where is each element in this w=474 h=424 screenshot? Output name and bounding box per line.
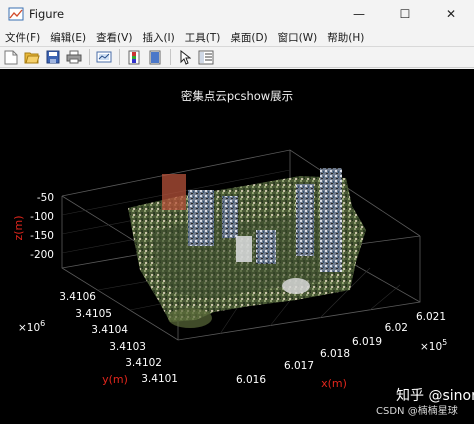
menu-window[interactable]: 窗口(W) [273,30,323,45]
plot-title: 密集点云pcshow展示 [181,89,293,103]
y-tick: 3.4106 [59,291,96,303]
z-tick: -200 [30,249,54,261]
y-tick: 3.4102 [125,357,162,369]
x-tick: 6.017 [284,360,314,372]
x-tick: 6.018 [320,348,350,360]
new-figure-icon[interactable] [3,49,19,65]
toolbar [0,46,474,68]
toolbar-separator [119,49,120,65]
maximize-button[interactable]: ☐ [382,0,428,28]
toolbar-separator [89,49,90,65]
link-plot-icon[interactable] [96,49,112,65]
x-tick: 6.021 [416,311,446,323]
y-tick: 3.4101 [141,373,178,385]
figure-canvas[interactable]: 密集点云pcshow展示 -50 -100 -150 -200 z(m) 3.4… [0,69,474,424]
z-tick: -150 [30,230,54,242]
minimize-button[interactable]: — [336,0,382,28]
print-icon[interactable] [66,49,82,65]
menu-tools[interactable]: 工具(T) [180,30,226,45]
y-axis-label: y(m) [102,373,128,386]
title-bar: Figure — ☐ ✕ [0,0,474,28]
pointer-icon[interactable] [177,49,193,65]
menu-view[interactable]: 查看(V) [91,30,137,45]
y-tick: 3.4103 [109,341,146,353]
window-title: Figure [29,7,65,21]
watermark-zhihu: 知乎 @sinor [396,387,474,404]
x-exponent: ×105 [420,338,447,353]
z-axis-label: z(m) [12,215,25,240]
watermark-csdn: CSDN @楠楠星球 [376,404,458,417]
legend-icon[interactable] [147,49,163,65]
z-tick: -50 [37,192,54,204]
y-tick: 3.4104 [91,324,128,336]
menu-edit[interactable]: 编辑(E) [45,30,91,45]
save-icon[interactable] [45,49,61,65]
point-cloud [128,168,366,328]
property-inspector-icon[interactable] [198,49,214,65]
colorbar-icon[interactable] [126,49,142,65]
menu-file[interactable]: 文件(F) [0,30,45,45]
open-file-icon[interactable] [24,49,40,65]
z-tick: -100 [30,211,54,223]
matlab-figure-icon [8,7,24,21]
x-tick: 6.016 [236,374,266,386]
x-axis-label: x(m) [321,377,347,390]
menu-help[interactable]: 帮助(H) [322,30,369,45]
toolbar-separator [170,49,171,65]
x-tick: 6.019 [352,336,382,348]
x-tick: 6.02 [385,322,408,334]
pointcloud-axes[interactable]: 密集点云pcshow展示 -50 -100 -150 -200 z(m) 3.4… [0,69,474,424]
close-button[interactable]: ✕ [428,0,474,28]
menu-bar: 文件(F) 编辑(E) 查看(V) 插入(I) 工具(T) 桌面(D) 窗口(W… [0,28,474,46]
menu-insert[interactable]: 插入(I) [137,30,179,45]
y-tick: 3.4105 [75,308,112,320]
menu-desktop[interactable]: 桌面(D) [225,30,272,45]
y-exponent: ×106 [18,319,45,334]
